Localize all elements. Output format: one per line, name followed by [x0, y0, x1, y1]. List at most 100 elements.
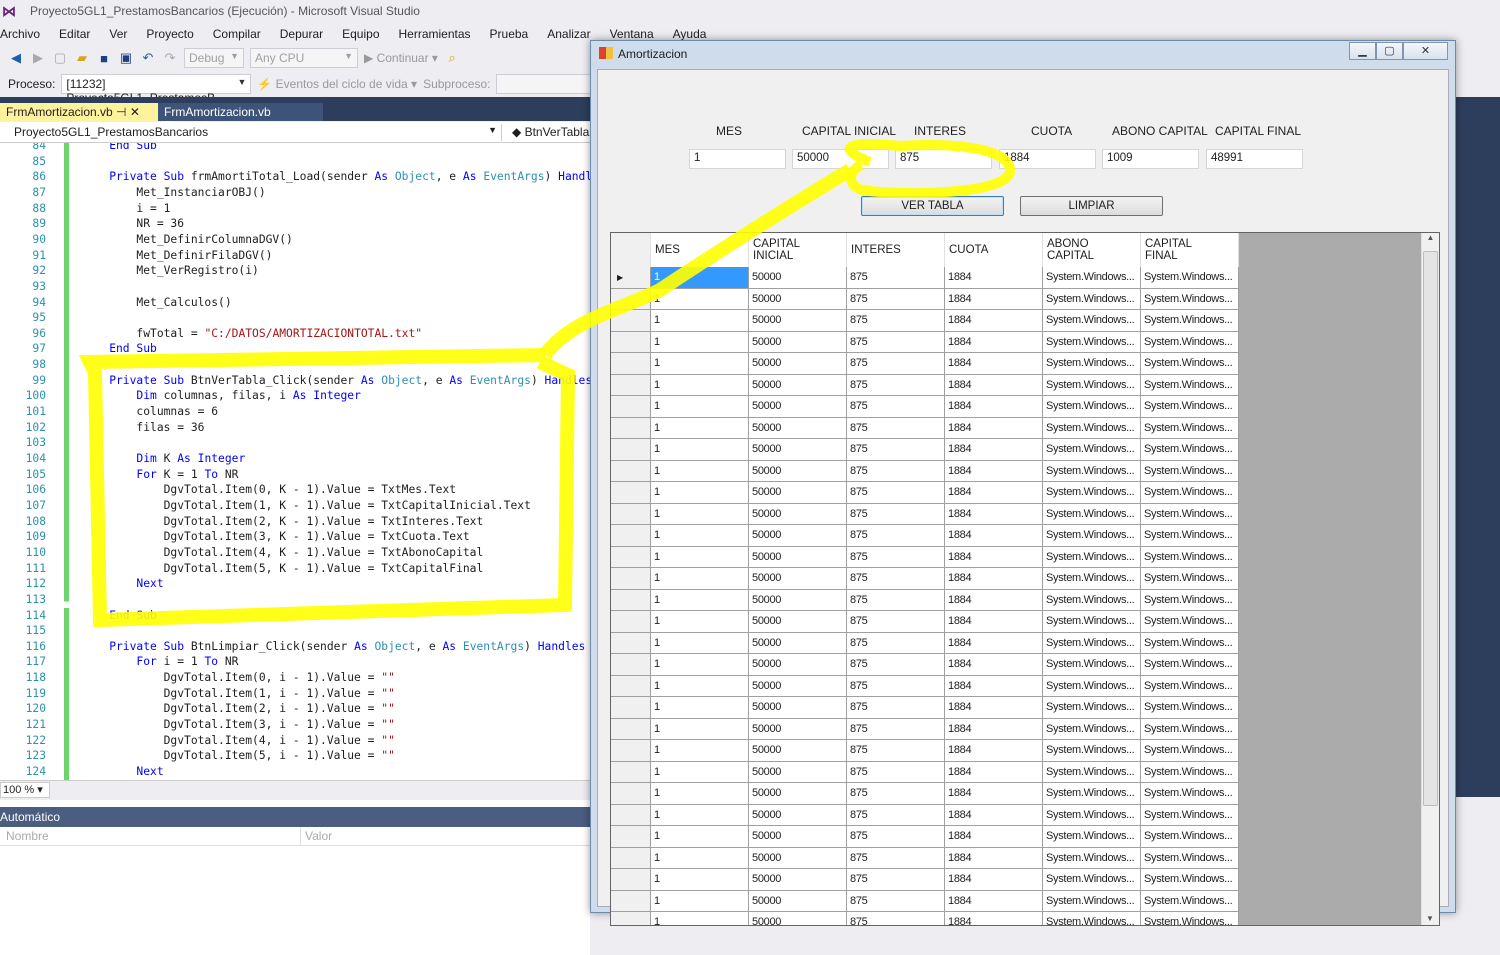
table-cell[interactable]: 1884	[945, 439, 1043, 461]
table-cell[interactable]: System.Windows...	[1043, 396, 1141, 418]
row-header[interactable]	[611, 912, 651, 925]
table-cell[interactable]: 1884	[945, 632, 1043, 654]
member-select[interactable]: ◆ BtnVerTabla	[508, 124, 598, 141]
menu-item-archivo[interactable]: Archivo	[0, 24, 49, 44]
process-select[interactable]: [11232] Proyecto5GL1_PrestamosB▼	[61, 74, 252, 105]
table-cell[interactable]: 1884	[945, 310, 1043, 332]
table-row[interactable]: 1 50000 875 1884 System.Windows... System.Win…	[611, 460, 1239, 482]
table-cell[interactable]: System.Windows...	[1043, 826, 1141, 848]
row-header[interactable]	[611, 331, 651, 353]
table-cell[interactable]: 875	[847, 783, 945, 805]
table-cell[interactable]: 875	[847, 267, 945, 289]
table-cell[interactable]: 1	[651, 740, 749, 762]
table-cell[interactable]: 50000	[749, 890, 847, 912]
table-cell[interactable]: System.Windows...	[1141, 267, 1239, 289]
table-cell[interactable]: 875	[847, 761, 945, 783]
table-row[interactable]: 1 50000 875 1884 System.Windows... System.Win…	[611, 417, 1239, 439]
column-nombre[interactable]: Nombre	[6, 829, 49, 843]
table-cell[interactable]: 50000	[749, 697, 847, 719]
table-cell[interactable]: 1884	[945, 761, 1043, 783]
table-row[interactable]: 1 50000 875 1884 System.Windows... System.Win…	[611, 740, 1239, 762]
table-cell[interactable]: 1	[651, 546, 749, 568]
table-cell[interactable]: 875	[847, 890, 945, 912]
table-cell[interactable]: 1	[651, 847, 749, 869]
table-cell[interactable]: System.Windows...	[1043, 697, 1141, 719]
table-row[interactable]: 1 50000 875 1884 System.Windows... System.Win…	[611, 718, 1239, 740]
table-row[interactable]: 1 50000 875 1884 System.Windows... System.Win…	[611, 482, 1239, 504]
table-cell[interactable]: 1884	[945, 482, 1043, 504]
table-cell[interactable]: System.Windows...	[1043, 503, 1141, 525]
pin-icon[interactable]: ⊣	[116, 105, 126, 119]
table-cell[interactable]: System.Windows...	[1043, 525, 1141, 547]
table-cell[interactable]: 1884	[945, 783, 1043, 805]
table-cell[interactable]: 875	[847, 654, 945, 676]
row-header[interactable]	[611, 847, 651, 869]
table-row[interactable]: 1 50000 875 1884 System.Windows... System.Win…	[611, 503, 1239, 525]
table-row[interactable]: 1 50000 875 1884 System.Windows... System.Win…	[611, 568, 1239, 590]
row-header[interactable]	[611, 783, 651, 805]
new-project-icon[interactable]: ▢	[52, 50, 68, 66]
open-icon[interactable]: ▰	[74, 50, 90, 66]
table-cell[interactable]: System.Windows...	[1141, 611, 1239, 633]
menu-item-herramientas[interactable]: Herramientas	[399, 24, 480, 44]
table-cell[interactable]: 50000	[749, 826, 847, 848]
close-button[interactable]: ✕	[1403, 42, 1448, 60]
scroll-thumb[interactable]	[1423, 251, 1438, 806]
table-cell[interactable]: 50000	[749, 439, 847, 461]
table-cell[interactable]: System.Windows...	[1043, 847, 1141, 869]
table-cell[interactable]: 1884	[945, 568, 1043, 590]
row-header[interactable]	[611, 568, 651, 590]
table-cell[interactable]: 50000	[749, 546, 847, 568]
table-cell[interactable]: 1	[651, 353, 749, 375]
table-row[interactable]: 1 50000 875 1884 System.Windows... System.Win…	[611, 546, 1239, 568]
vertical-scrollbar[interactable]: ▲ ▼	[1421, 233, 1439, 925]
table-cell[interactable]: System.Windows...	[1141, 740, 1239, 762]
table-cell[interactable]: 1884	[945, 718, 1043, 740]
table-cell[interactable]: 875	[847, 589, 945, 611]
table-cell[interactable]: System.Windows...	[1043, 675, 1141, 697]
table-row[interactable]: 1 50000 875 1884 System.Windows... System.Win…	[611, 912, 1239, 925]
table-cell[interactable]: 875	[847, 718, 945, 740]
table-cell[interactable]: 875	[847, 460, 945, 482]
row-header[interactable]	[611, 869, 651, 891]
row-header[interactable]	[611, 890, 651, 912]
table-cell[interactable]: 50000	[749, 353, 847, 375]
table-cell[interactable]: 1884	[945, 869, 1043, 891]
table-cell[interactable]: System.Windows...	[1141, 331, 1239, 353]
table-cell[interactable]: 1	[651, 589, 749, 611]
table-cell[interactable]: System.Windows...	[1141, 417, 1239, 439]
table-cell[interactable]: System.Windows...	[1043, 890, 1141, 912]
save-icon[interactable]: ■	[96, 50, 112, 66]
table-cell[interactable]: 50000	[749, 675, 847, 697]
table-cell[interactable]: System.Windows...	[1043, 374, 1141, 396]
tab-frmamortizacion-design[interactable]: FrmAmortizacion.vb [Diseño]	[158, 103, 323, 133]
table-cell[interactable]: 875	[847, 912, 945, 925]
table-cell[interactable]: System.Windows...	[1141, 826, 1239, 848]
table-row[interactable]: 1 50000 875 1884 System.Windows... System.Win…	[611, 611, 1239, 633]
table-cell[interactable]: 1	[651, 267, 749, 289]
table-cell[interactable]: 1884	[945, 654, 1043, 676]
table-cell[interactable]: System.Windows...	[1043, 482, 1141, 504]
table-cell[interactable]: 875	[847, 525, 945, 547]
table-row[interactable]: 1 50000 875 1884 System.Windows... System.Win…	[611, 589, 1239, 611]
table-cell[interactable]: 1	[651, 826, 749, 848]
table-cell[interactable]: 875	[847, 417, 945, 439]
ver-tabla-button[interactable]: VER TABLA	[861, 196, 1004, 216]
table-cell[interactable]: 50000	[749, 331, 847, 353]
table-row[interactable]: 1 50000 875 1884 System.Windows... System.Win…	[611, 396, 1239, 418]
table-cell[interactable]: System.Windows...	[1141, 546, 1239, 568]
table-cell[interactable]: System.Windows...	[1043, 288, 1141, 310]
field-input-3[interactable]: 1884	[999, 149, 1096, 169]
table-cell[interactable]: 1	[651, 611, 749, 633]
close-icon[interactable]: ✕	[130, 105, 140, 119]
row-header[interactable]	[611, 761, 651, 783]
table-cell[interactable]: 875	[847, 568, 945, 590]
table-cell[interactable]: 1	[651, 482, 749, 504]
column-header[interactable]: CAPITAL INICIAL	[749, 233, 847, 267]
table-cell[interactable]: 1884	[945, 396, 1043, 418]
field-input-2[interactable]: 875	[895, 149, 992, 169]
table-cell[interactable]: 50000	[749, 783, 847, 805]
table-cell[interactable]: 1884	[945, 288, 1043, 310]
table-cell[interactable]: 875	[847, 288, 945, 310]
row-header[interactable]	[611, 525, 651, 547]
